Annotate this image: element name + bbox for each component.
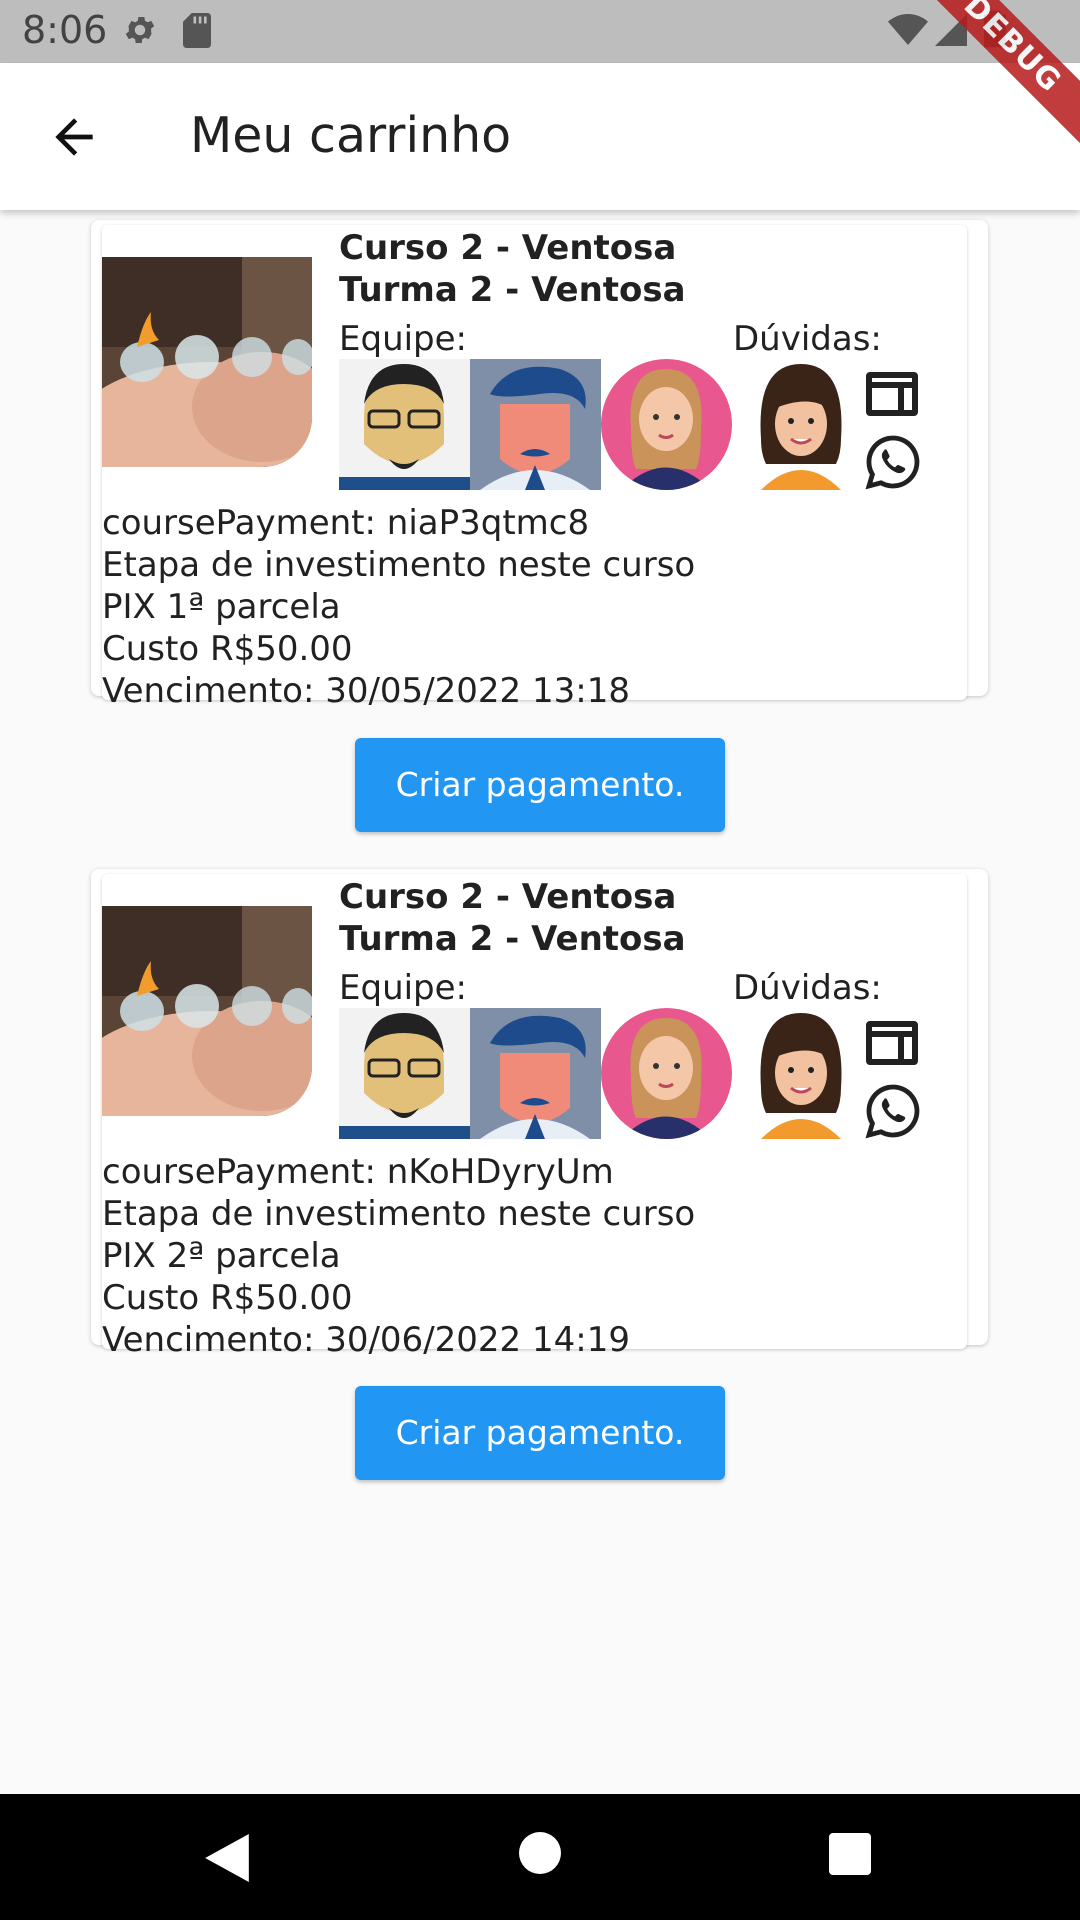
course-payment-id: coursePayment: niaP3qtmc8 (102, 503, 590, 543)
create-payment-button[interactable]: Criar pagamento. (355, 1386, 725, 1480)
nav-back-icon[interactable] (204, 1834, 250, 1882)
back-arrow-icon[interactable] (46, 109, 102, 165)
cost: Custo R$50.00 (102, 1278, 353, 1318)
course-payment-id: coursePayment: nKoHDyryUm (102, 1152, 614, 1192)
page-title: Meu carrinho (190, 107, 512, 164)
cart-item-card: Curso 2 - Ventosa Turma 2 - Ventosa Equi… (91, 220, 988, 711)
app-bar: Meu carrinho (0, 63, 1080, 210)
team-avatar (601, 359, 732, 490)
installment: PIX 2ª parcela (102, 1236, 341, 1276)
course-image (102, 906, 312, 1116)
questions-label: Dúvidas: (733, 968, 882, 1008)
team-avatar (601, 1008, 732, 1139)
team-avatar (339, 1008, 470, 1139)
nav-home-icon[interactable] (519, 1832, 561, 1874)
due-date: Vencimento: 30/06/2022 14:19 (102, 1320, 630, 1360)
course-title: Curso 2 - Ventosa Turma 2 - Ventosa (339, 227, 686, 311)
whatsapp-icon[interactable] (865, 434, 921, 490)
status-bar: 8:06 (0, 0, 1080, 63)
create-payment-button[interactable]: Criar pagamento. (355, 738, 725, 832)
whatsapp-icon[interactable] (865, 1083, 921, 1139)
sd-card-icon (183, 13, 211, 48)
support-avatar (751, 1008, 851, 1139)
investment-stage: Etapa de investimento neste curso (102, 1194, 696, 1234)
course-name: Curso 2 - Ventosa (339, 877, 677, 917)
course-name: Curso 2 - Ventosa (339, 228, 677, 268)
course-image (102, 257, 312, 467)
team-label: Equipe: (339, 319, 468, 359)
due-date: Vencimento: 30/05/2022 13:18 (102, 671, 630, 711)
questions-label: Dúvidas: (733, 319, 882, 359)
web-icon[interactable] (866, 1021, 918, 1065)
team-avatar (470, 359, 601, 490)
nav-recents-icon[interactable] (829, 1833, 871, 1875)
status-time: 8:06 (22, 8, 108, 52)
web-icon[interactable] (866, 372, 918, 416)
team-label: Equipe: (339, 968, 468, 1008)
support-avatar (751, 359, 851, 490)
installment: PIX 1ª parcela (102, 587, 341, 627)
settings-icon (125, 16, 155, 44)
class-name: Turma 2 - Ventosa (339, 919, 686, 959)
team-avatar (339, 359, 470, 490)
class-name: Turma 2 - Ventosa (339, 270, 686, 310)
system-nav-bar (0, 1794, 1080, 1920)
cart-item-card: Curso 2 - Ventosa Turma 2 - Ventosa Equi… (91, 869, 988, 1360)
wifi-icon (888, 14, 928, 45)
cost: Custo R$50.00 (102, 629, 353, 669)
course-title: Curso 2 - Ventosa Turma 2 - Ventosa (339, 876, 686, 960)
investment-stage: Etapa de investimento neste curso (102, 545, 696, 585)
team-avatar (470, 1008, 601, 1139)
